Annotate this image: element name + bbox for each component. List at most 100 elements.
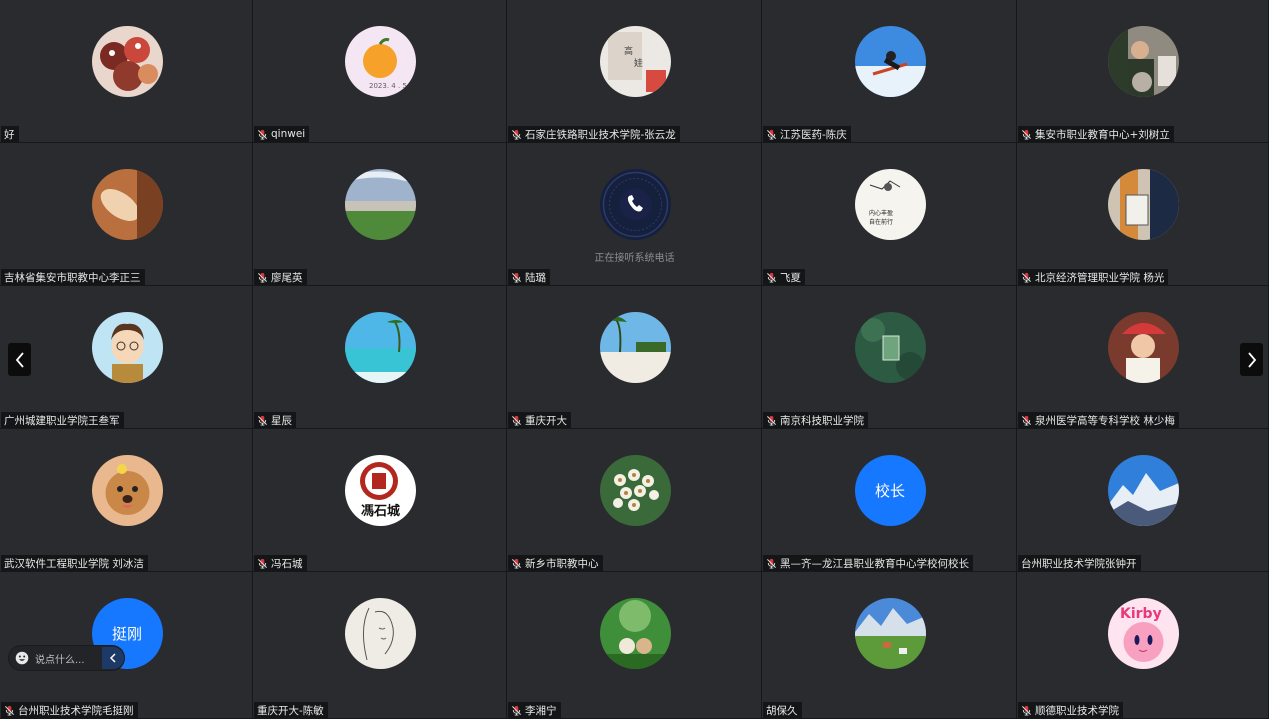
participant-name: 顺德职业技术学院 — [1035, 704, 1119, 717]
participant-tile[interactable]: 李湘宁 — [507, 572, 762, 719]
name-tag: 好 — [1, 126, 19, 142]
avatar — [1108, 169, 1179, 240]
participant-tile[interactable]: 重庆开大-陈敏 — [253, 572, 507, 719]
name-tag: 飞夏 — [763, 269, 805, 285]
avatar: Kirby — [1108, 598, 1179, 669]
participant-tile[interactable]: 台州职业技术学院张钟开 — [1017, 429, 1269, 572]
participant-name: 新乡市职教中心 — [525, 557, 599, 570]
mic-muted-icon — [767, 272, 776, 283]
participant-tile[interactable]: 广州城建职业学院王叁军 — [0, 286, 253, 429]
name-tag: 新乡市职教中心 — [508, 555, 603, 571]
participant-tile[interactable]: 馮石城冯石城 — [253, 429, 507, 572]
mic-muted-icon — [1022, 705, 1031, 716]
avatar — [91, 169, 163, 240]
name-tag: 台州职业技术学院毛挺刚 — [1, 702, 138, 718]
participant-name: 星辰 — [271, 414, 292, 427]
avatar — [345, 312, 416, 383]
name-tag: 冯石城 — [254, 555, 307, 571]
call-status-text: 正在接听系统电话 — [594, 253, 675, 264]
mic-muted-icon — [1022, 129, 1031, 140]
prev-page-button[interactable] — [8, 343, 31, 376]
chat-collapse-button[interactable] — [102, 647, 124, 669]
participant-tile[interactable]: 正在接听系统电话陆璐 — [507, 143, 762, 286]
phone-icon — [599, 169, 671, 240]
name-tag: qinwei — [254, 126, 310, 142]
name-tag: 江苏医药-陈庆 — [763, 126, 851, 142]
participant-name: 石家庄铁路职业技术学院-张云龙 — [525, 128, 676, 141]
svg-text:高: 高 — [624, 45, 633, 57]
participant-name: 黑—齐—龙江县职业教育中心学校何校长 — [780, 557, 969, 570]
avatar: 内心丰盈 自在前行 — [854, 169, 926, 240]
avatar — [599, 455, 671, 526]
next-page-button[interactable] — [1240, 343, 1263, 376]
participant-tile[interactable]: 内心丰盈 自在前行飞夏 — [762, 143, 1017, 286]
participant-tile[interactable]: 好 — [0, 0, 253, 143]
avatar — [854, 598, 926, 669]
participant-name: 武汉软件工程职业学院 刘冰洁 — [4, 557, 144, 570]
participant-tile[interactable]: 武汉软件工程职业学院 刘冰洁 — [0, 429, 253, 572]
avatar — [1108, 455, 1179, 526]
name-tag: 武汉软件工程职业学院 刘冰洁 — [1, 555, 148, 571]
participant-tile[interactable]: 北京经济管理职业学院 杨光 — [1017, 143, 1269, 286]
name-tag: 重庆开大-陈敏 — [254, 702, 328, 718]
participant-name: 吉林省集安市职教中心李正三 — [4, 271, 141, 284]
mic-muted-icon — [258, 129, 267, 140]
participant-tile[interactable]: 江苏医药-陈庆 — [762, 0, 1017, 143]
participant-name: 集安市职业教育中心+刘树立 — [1035, 128, 1170, 141]
avatar — [1108, 26, 1179, 97]
mic-muted-icon — [512, 558, 521, 569]
svg-text:2023. 4 . 5: 2023. 4 . 5 — [369, 82, 407, 90]
name-tag: 吉林省集安市职教中心李正三 — [1, 269, 145, 285]
mic-muted-icon — [512, 705, 521, 716]
avatar: 高娃 — [599, 26, 671, 97]
participant-tile[interactable]: 廖尾英 — [253, 143, 507, 286]
emoji-icon[interactable] — [15, 651, 29, 665]
participant-name: 廖尾英 — [271, 271, 303, 284]
participant-name: 台州职业技术学院张钟开 — [1021, 557, 1137, 570]
participant-tile[interactable]: 星辰 — [253, 286, 507, 429]
name-tag: 廖尾英 — [254, 269, 307, 285]
name-tag: 顺德职业技术学院 — [1018, 702, 1123, 718]
participant-name: 南京科技职业学院 — [780, 414, 864, 427]
mic-muted-icon — [767, 415, 776, 426]
participant-name: 好 — [4, 128, 15, 141]
participant-tile[interactable]: 校长黑—齐—龙江县职业教育中心学校何校长 — [762, 429, 1017, 572]
participant-tile[interactable]: 泉州医学高等专科学校 林少梅 — [1017, 286, 1269, 429]
participant-name: 陆璐 — [525, 271, 546, 284]
avatar: 馮石城 — [345, 455, 416, 526]
avatar — [599, 312, 671, 383]
mic-muted-icon — [5, 705, 14, 716]
svg-text:娃: 娃 — [634, 57, 643, 69]
participant-tile[interactable]: 南京科技职业学院 — [762, 286, 1017, 429]
mic-muted-icon — [767, 129, 776, 140]
avatar — [91, 455, 163, 526]
participant-tile[interactable]: Kirby 顺德职业技术学院 — [1017, 572, 1269, 719]
participant-name: 北京经济管理职业学院 杨光 — [1035, 271, 1165, 284]
name-tag: 重庆开大 — [508, 412, 571, 428]
participant-tile[interactable]: 重庆开大 — [507, 286, 762, 429]
avatar: 校长 — [854, 455, 926, 526]
participant-name: 重庆开大 — [525, 414, 567, 427]
participant-tile[interactable]: 2023. 4 . 5 qinwei — [253, 0, 507, 143]
name-tag: 黑—齐—龙江县职业教育中心学校何校长 — [763, 555, 973, 571]
chat-placeholder[interactable]: 说点什么... — [35, 651, 102, 666]
participant-name: qinwei — [271, 128, 306, 140]
avatar — [599, 598, 671, 669]
chat-input-bar[interactable]: 说点什么... — [9, 646, 124, 670]
avatar — [1108, 312, 1179, 383]
mic-muted-icon — [1022, 272, 1031, 283]
participant-name: 广州城建职业学院王叁军 — [4, 414, 120, 427]
video-grid: 好 2023. 4 . 5 qinwei 高娃石家庄铁路职业技术学院-张云龙 江苏医药-… — [0, 0, 1269, 719]
name-tag: 胡保久 — [763, 702, 802, 718]
participant-name: 重庆开大-陈敏 — [257, 704, 324, 717]
participant-tile[interactable]: 集安市职业教育中心+刘树立 — [1017, 0, 1269, 143]
participant-tile[interactable]: 高娃石家庄铁路职业技术学院-张云龙 — [507, 0, 762, 143]
name-tag: 星辰 — [254, 412, 296, 428]
participant-tile[interactable]: 胡保久 — [762, 572, 1017, 719]
participant-name: 飞夏 — [780, 271, 801, 284]
participant-tile[interactable]: 吉林省集安市职教中心李正三 — [0, 143, 253, 286]
avatar — [854, 26, 926, 97]
participant-tile[interactable]: 新乡市职教中心 — [507, 429, 762, 572]
avatar: 2023. 4 . 5 — [345, 26, 416, 97]
name-tag: 广州城建职业学院王叁军 — [1, 412, 124, 428]
